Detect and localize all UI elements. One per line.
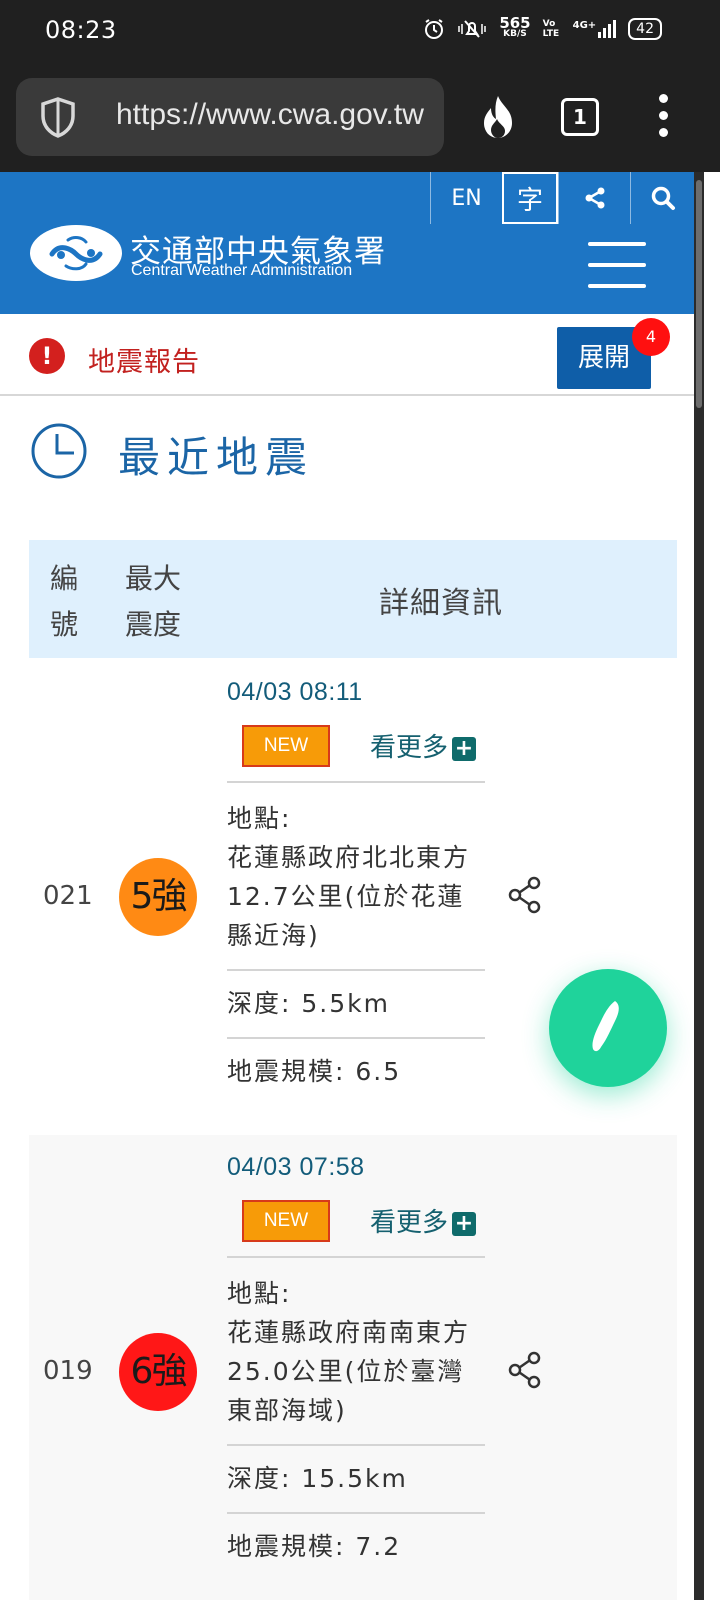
column-header-detail: 詳細資訊 [379, 586, 503, 621]
taiwan-map-fab[interactable] [549, 969, 667, 1087]
quake-number: 019 [43, 1356, 93, 1386]
shield-icon[interactable] [38, 96, 78, 138]
more-menu-icon[interactable] [656, 94, 670, 140]
language-en-button[interactable]: EN [430, 172, 502, 224]
plus-icon[interactable]: + [452, 737, 477, 761]
url-text[interactable]: https://www.cwa.gov.tw [116, 98, 424, 132]
flame-icon[interactable] [478, 94, 518, 140]
address-bar[interactable]: https://www.cwa.gov.tw [16, 78, 444, 156]
tab-switcher-button[interactable]: 1 [561, 98, 599, 136]
plus-icon[interactable]: + [452, 1212, 477, 1236]
site-header: EN 字 交通部中央氣象署 Central Weather Administra… [0, 172, 694, 314]
clock-icon [31, 423, 87, 479]
alert-count-badge: 4 [632, 318, 670, 356]
table-header: 編號 最大 震度 詳細資訊 [29, 540, 677, 658]
net-speed: 565 KB/S [499, 14, 531, 40]
see-more-link[interactable]: 看更多 + [370, 727, 477, 764]
quake-depth: 深度: 15.5km [227, 1464, 408, 1493]
new-tag: NEW [242, 725, 330, 767]
quake-depth: 深度: 5.5km [227, 989, 390, 1018]
column-header-number: 編號 [50, 562, 79, 641]
quake-datetime: 04/03 08:11 [227, 678, 363, 706]
alarm-icon [425, 19, 444, 39]
cwa-logo[interactable] [30, 224, 122, 282]
intensity-badge: 6強 [119, 1333, 197, 1411]
header-tools: EN 字 [430, 172, 694, 224]
share-icon [585, 187, 604, 209]
intensity-badge: 5強 [119, 858, 197, 936]
quake-location: 地點: 花蓮縣政府北北東方12.7公里(位於花蓮縣近海) [227, 804, 471, 950]
quake-detail: 04/03 07:58 NEW 看更多 + 地點: 花蓮縣政府南南東方25.0公里… [227, 1153, 485, 1580]
hamburger-menu-icon[interactable] [588, 242, 646, 288]
quake-number: 021 [43, 881, 93, 911]
quake-datetime: 04/03 07:58 [227, 1153, 365, 1181]
status-time: 08:23 [45, 16, 117, 44]
page-title: 最近地震 [118, 433, 315, 482]
column-header-max-intensity: 最大 震度 [125, 562, 182, 641]
share-icon[interactable] [507, 876, 543, 914]
new-tag: NEW [242, 1200, 330, 1242]
see-more-link[interactable]: 看更多 + [370, 1202, 477, 1239]
brand-name-en[interactable]: Central Weather Administration [131, 262, 352, 280]
alert-icon: ! [29, 338, 65, 374]
taiwan-map-icon[interactable] [589, 999, 625, 1055]
font-size-button[interactable]: 字 [502, 172, 558, 224]
search-icon [651, 186, 675, 210]
signal-icon: 4G+ [573, 20, 617, 38]
alert-label[interactable]: 地震報告 [88, 340, 200, 379]
search-button[interactable] [630, 172, 694, 224]
battery-indicator: 42 [628, 18, 662, 40]
quake-detail: 04/03 08:11 NEW 看更多 + 地點: 花蓮縣政府北北東方12.7公里… [227, 678, 485, 1105]
quake-location: 地點: 花蓮縣政府南南東方25.0公里(位於臺灣東部海域) [227, 1279, 471, 1425]
status-icons: 565 KB/S Vo LTE 4G+ 42 [423, 14, 662, 40]
table-row: 019 6強 04/03 07:58 NEW 看更多 + 地點: 花蓮縣政府南南東… [29, 1135, 677, 1600]
browser-toolbar: https://www.cwa.gov.tw 1 [0, 64, 720, 172]
quake-magnitude: 地震規模: 7.2 [227, 1532, 402, 1561]
earthquake-alert-bar: ! 地震報告 展開 4 [0, 314, 694, 396]
scrollbar-thumb[interactable] [696, 180, 702, 408]
quake-magnitude: 地震規模: 6.5 [227, 1057, 402, 1086]
share-icon[interactable] [507, 1351, 543, 1389]
share-button[interactable] [558, 172, 630, 224]
status-bar: 08:23 565 KB/S Vo LTE 4G+ 42 [0, 0, 720, 64]
volte-icon: Vo LTE [542, 19, 560, 39]
mute-bell-icon [458, 20, 487, 38]
